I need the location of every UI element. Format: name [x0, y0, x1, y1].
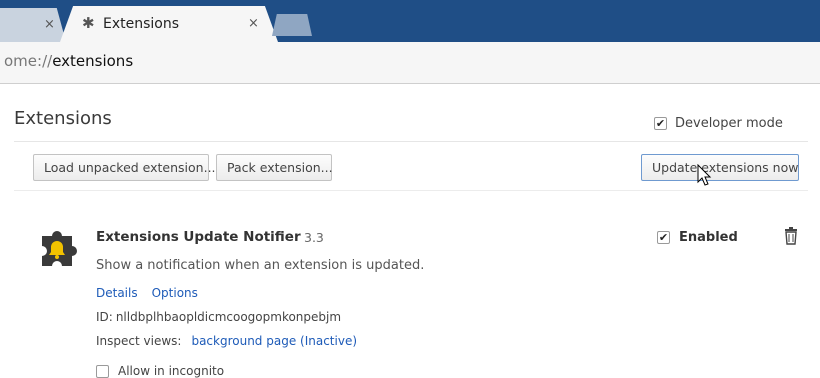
options-link[interactable]: Options	[152, 286, 198, 300]
allow-incognito-checkbox[interactable]	[96, 364, 109, 378]
extension-links: Details Options	[96, 286, 198, 300]
mouse-cursor-icon	[697, 164, 712, 186]
address-bar[interactable]: ome://extensions	[0, 42, 820, 84]
developer-mode-label: Developer mode	[675, 116, 783, 131]
new-tab-button[interactable]	[272, 14, 312, 36]
update-extensions-button[interactable]: Update extensions now	[641, 154, 799, 181]
details-link[interactable]: Details	[96, 286, 138, 300]
enabled-checkbox[interactable]: ✔	[657, 231, 670, 244]
allow-incognito-toggle[interactable]: Allow in incognito	[96, 364, 224, 378]
tab-title: Extensions	[103, 16, 180, 32]
allow-incognito-label: Allow in incognito	[118, 364, 225, 378]
inspect-views: Inspect views: background page (Inactive…	[96, 334, 357, 348]
url-text[interactable]: ome://extensions	[4, 52, 133, 70]
divider	[14, 141, 808, 142]
load-unpacked-button[interactable]: Load unpacked extension...	[33, 154, 216, 181]
extension-description: Show a notification when an extension is…	[96, 258, 425, 273]
puzzle-favicon-icon: ✱	[82, 14, 95, 32]
page-title: Extensions	[14, 108, 112, 129]
inspect-views-label: Inspect views:	[96, 334, 182, 348]
tab-extensions[interactable]: ✱ Extensions ×	[60, 6, 278, 42]
extension-id-value: nlldbplhbaopldicmcoogopmkonpebjm	[115, 310, 342, 324]
url-host: extensions	[52, 52, 134, 70]
extension-id: ID: nlldbplhbaopldicmcoogopmkonpebjm	[96, 310, 341, 324]
extension-id-label: ID:	[96, 310, 113, 324]
divider	[14, 190, 808, 191]
developer-mode-checkbox[interactable]: ✔	[654, 117, 667, 130]
url-scheme: ome://	[4, 52, 53, 70]
trash-icon[interactable]	[784, 227, 798, 245]
extension-version: 3.3	[304, 230, 324, 245]
pack-extension-button[interactable]: Pack extension...	[216, 154, 333, 181]
background-page-link[interactable]: background page (Inactive)	[191, 334, 357, 348]
close-tab-icon[interactable]: ×	[248, 16, 259, 31]
enabled-label: Enabled	[679, 230, 738, 245]
developer-mode-toggle[interactable]: ✔ Developer mode	[654, 116, 783, 131]
tab-previous[interactable]: ×	[0, 8, 66, 42]
tab-strip: × ✱ Extensions ×	[0, 0, 820, 42]
extension-name: Extensions Update Notifier	[96, 229, 301, 245]
close-tab-icon[interactable]: ×	[44, 17, 55, 32]
puzzle-bell-icon	[42, 231, 77, 266]
enabled-toggle[interactable]: ✔ Enabled	[657, 230, 738, 245]
